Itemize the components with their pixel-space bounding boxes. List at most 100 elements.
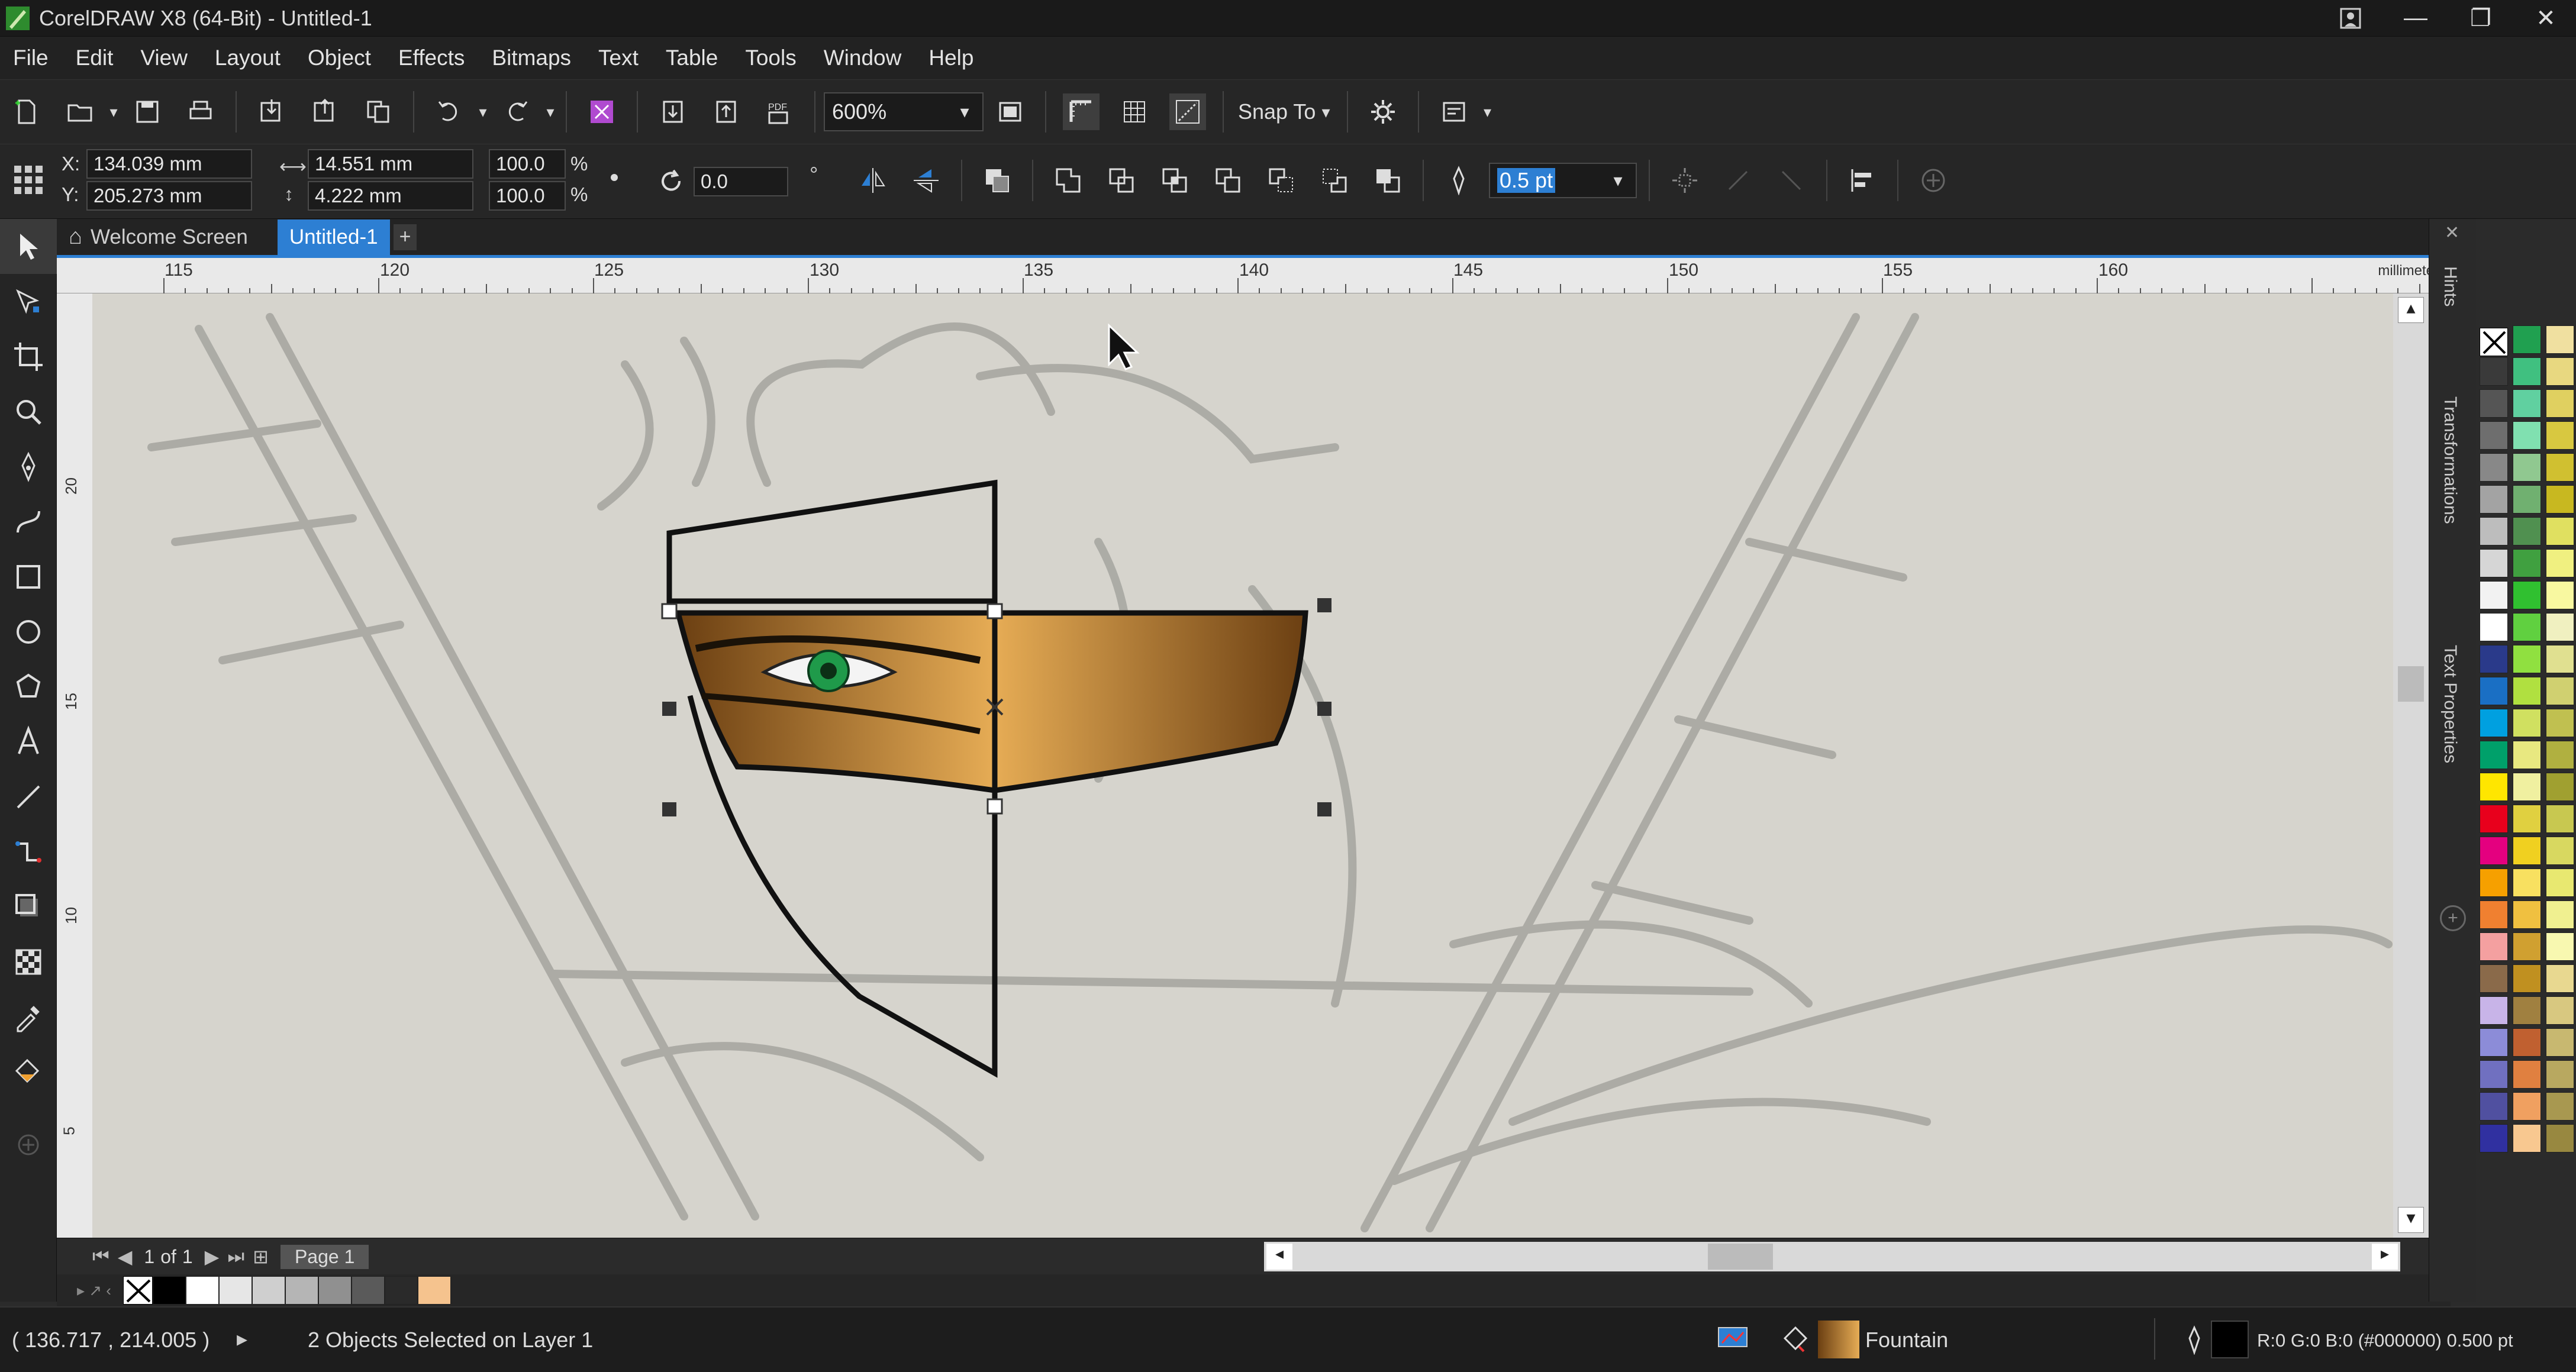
undo-icon[interactable]	[431, 93, 468, 130]
palette-swatch[interactable]	[2513, 709, 2541, 737]
last-page-icon[interactable]: ⏭	[227, 1245, 244, 1268]
rotation-angle-field[interactable]: 0.0	[694, 167, 788, 196]
palette-swatch[interactable]	[2513, 389, 2541, 418]
options-gear-icon[interactable]	[1365, 93, 1401, 130]
palette-swatch[interactable]	[2480, 421, 2508, 450]
scroll-thumb-horizontal[interactable]	[1708, 1244, 1773, 1270]
lock-ratio-icon[interactable]	[607, 170, 621, 185]
horizontal-ruler[interactable]: 115 120 125 130 135 140 145 150 155 160 …	[57, 258, 2506, 293]
eyedropper-tool-icon[interactable]	[0, 989, 57, 1044]
rectangle-tool-icon[interactable]	[0, 549, 57, 604]
palette-swatch[interactable]	[2480, 709, 2508, 737]
object-origin-icon[interactable]	[11, 162, 46, 198]
selection-handle[interactable]	[986, 603, 1003, 619]
menu-text[interactable]: Text	[598, 46, 639, 70]
simplify-icon[interactable]	[1210, 162, 1246, 199]
palette-swatch[interactable]	[2480, 996, 2508, 1025]
drawing-canvas[interactable]	[92, 293, 2393, 1238]
palette-swatch[interactable]	[2513, 357, 2541, 386]
new-tab-plus-icon[interactable]: +	[393, 224, 417, 250]
palette-swatch[interactable]	[2513, 1060, 2541, 1089]
palette-swatch[interactable]	[2513, 805, 2541, 833]
docker-close-icon[interactable]: ✕	[2445, 222, 2459, 243]
color-swatch-peach[interactable]	[417, 1276, 451, 1305]
palette-swatch[interactable]	[2513, 453, 2541, 482]
palette-swatch[interactable]	[2480, 1092, 2508, 1121]
palette-swatch[interactable]	[2546, 517, 2574, 545]
palette-swatch[interactable]	[2513, 549, 2541, 577]
palette-swatch[interactable]	[2546, 581, 2574, 609]
new-document-icon[interactable]	[8, 93, 45, 130]
palette-swatch[interactable]	[2546, 837, 2574, 865]
scroll-down-arrow-icon[interactable]: ▾	[2398, 1207, 2424, 1233]
outline-pen-status-icon[interactable]	[2182, 1325, 2206, 1355]
palette-swatch[interactable]	[2480, 1124, 2508, 1153]
artistic-media-tool-icon[interactable]	[0, 494, 57, 549]
palette-swatch[interactable]	[2546, 932, 2574, 961]
color-swatch-gray-10[interactable]	[218, 1276, 252, 1305]
palette-swatch[interactable]	[2546, 325, 2574, 354]
scale-x-field[interactable]: 100.0	[489, 149, 566, 179]
account-icon[interactable]	[2330, 3, 2371, 34]
docker-tab-text-properties[interactable]: Text Properties	[2440, 645, 2465, 858]
scroll-left-arrow-icon[interactable]: ◂	[1266, 1244, 1292, 1270]
palette-swatch[interactable]	[2513, 741, 2541, 769]
minimize-button[interactable]: —	[2395, 3, 2436, 34]
status-expand-icon[interactable]: ▸	[237, 1326, 247, 1351]
color-swatch-gray-50[interactable]	[318, 1276, 352, 1305]
color-swatch-white[interactable]	[185, 1276, 219, 1305]
palette-swatch[interactable]	[2513, 964, 2541, 993]
wrap-text-icon[interactable]	[1666, 162, 1703, 199]
no-color-swatch[interactable]	[2480, 328, 2508, 356]
chevron-down-icon[interactable]: ▾	[954, 102, 975, 122]
palette-swatch[interactable]	[2480, 581, 2508, 609]
shape-tool-icon[interactable]	[0, 274, 57, 329]
color-swatch-gray-30[interactable]	[285, 1276, 318, 1305]
palette-swatch[interactable]	[2480, 900, 2508, 929]
text-tool-icon[interactable]	[0, 714, 57, 769]
selection-handle[interactable]	[1317, 802, 1331, 816]
y-position-field[interactable]: 205.273 mm	[86, 181, 252, 211]
align-distribute-icon[interactable]	[1844, 162, 1881, 199]
mirror-horizontal-icon[interactable]	[855, 162, 891, 199]
headband-top[interactable]	[666, 479, 998, 604]
palette-swatch[interactable]	[2546, 1092, 2574, 1121]
palette-swatch[interactable]	[2546, 996, 2574, 1025]
palette-swatch[interactable]	[2513, 996, 2541, 1025]
restore-button[interactable]: ❐	[2460, 3, 2501, 34]
palette-swatch[interactable]	[2480, 741, 2508, 769]
page-1-tab[interactable]: Page 1	[280, 1244, 369, 1269]
export-icon[interactable]	[307, 93, 343, 130]
print-icon[interactable]	[182, 93, 219, 130]
outline-color-swatch[interactable]	[2211, 1321, 2249, 1358]
palette-swatch[interactable]	[2546, 421, 2574, 450]
scroll-right-arrow-icon[interactable]: ▸	[2372, 1244, 2398, 1270]
trim-icon[interactable]	[1103, 162, 1140, 199]
palette-swatch[interactable]	[2480, 805, 2508, 833]
publish-to-pdf-import-icon[interactable]	[655, 93, 691, 130]
add-page-icon[interactable]: ⊞	[253, 1245, 269, 1268]
scroll-up-arrow-icon[interactable]: ▴	[2398, 297, 2424, 323]
menu-table[interactable]: Table	[666, 46, 718, 70]
palette-swatch[interactable]	[2480, 389, 2508, 418]
vertical-scrollbar[interactable]: ▴ ▾	[2393, 293, 2429, 1238]
palette-swatch[interactable]	[2513, 677, 2541, 705]
chevron-down-icon[interactable]: ▾	[1607, 170, 1629, 191]
application-launcher-dropdown-icon[interactable]: ▾	[1481, 93, 1495, 130]
palette-swatch[interactable]	[2513, 773, 2541, 801]
object-height-field[interactable]: 4.222 mm	[308, 181, 473, 211]
undo-dropdown-icon[interactable]: ▾	[476, 93, 490, 130]
menu-help[interactable]: Help	[928, 46, 973, 70]
selection-handle[interactable]	[661, 603, 678, 619]
quick-customize-icon[interactable]	[1915, 162, 1952, 199]
palette-swatch[interactable]	[2513, 325, 2541, 354]
menu-effects[interactable]: Effects	[398, 46, 465, 70]
menu-file[interactable]: File	[13, 46, 49, 70]
palette-swatch[interactable]	[2546, 741, 2574, 769]
palette-swatch[interactable]	[2480, 453, 2508, 482]
next-page-icon[interactable]: ▶	[205, 1245, 220, 1268]
palette-swatch[interactable]	[2513, 421, 2541, 450]
dimension-tool-icon[interactable]	[0, 769, 57, 824]
palette-swatch[interactable]	[2513, 645, 2541, 673]
palette-swatch[interactable]	[2480, 517, 2508, 545]
